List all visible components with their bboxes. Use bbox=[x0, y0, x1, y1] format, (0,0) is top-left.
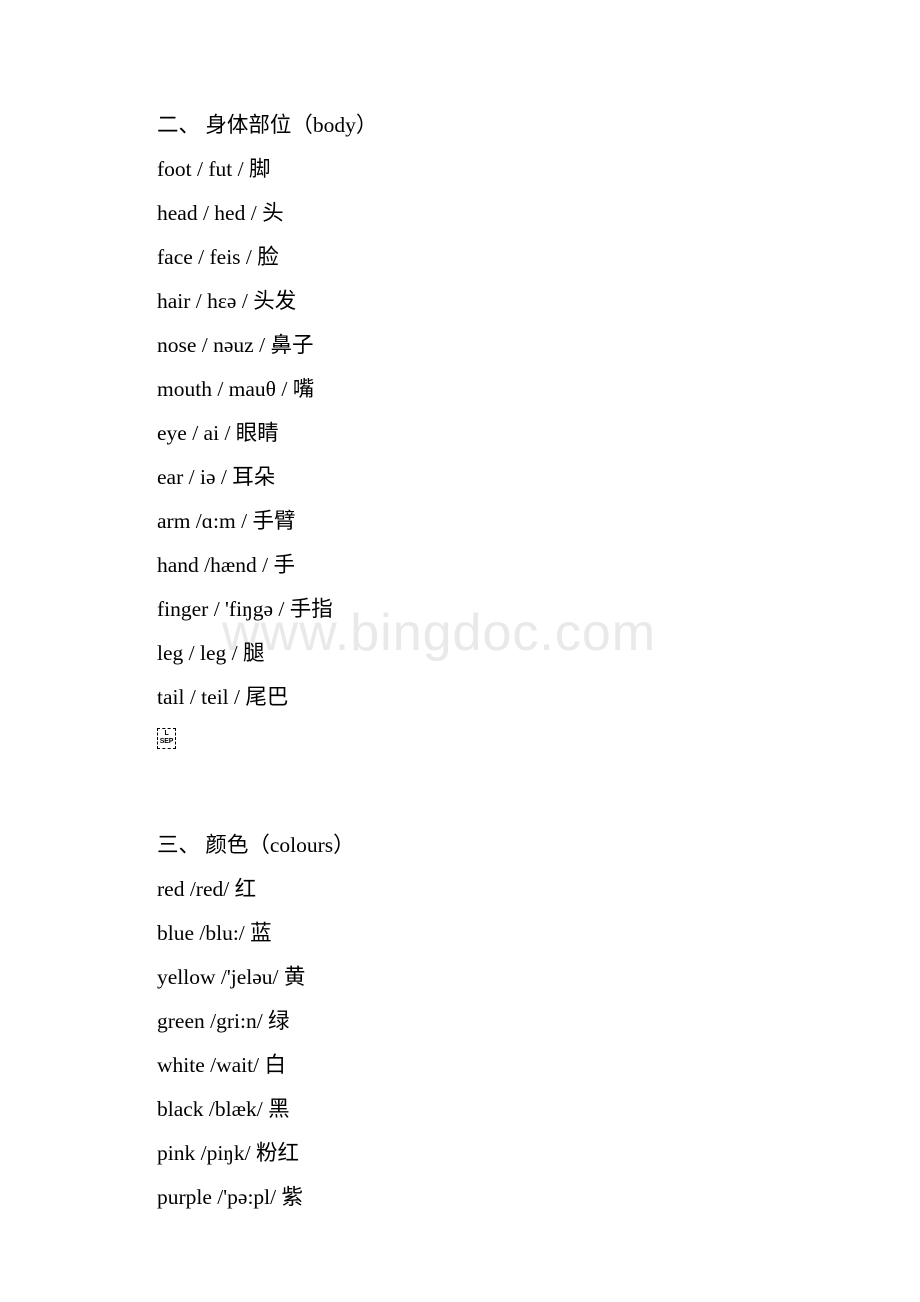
vocab-entry: foot / fut / 脚 bbox=[157, 157, 271, 181]
vocab-entry: green /gri:n/ 绿 bbox=[157, 1009, 290, 1033]
vocab-entry: purple /'pə:pl/ 紫 bbox=[157, 1185, 303, 1209]
vocab-entry: white /wait/ 白 bbox=[157, 1053, 286, 1077]
vocab-entry: face / feis / 脸 bbox=[157, 245, 279, 269]
vocab-entry: ear / iə / 耳朵 bbox=[157, 465, 276, 489]
vocab-entry: blue /blu:/ 蓝 bbox=[157, 921, 272, 945]
line-separator-top: L bbox=[164, 729, 169, 737]
vocab-entry: hand /hænd / 手 bbox=[157, 553, 295, 577]
vocab-entry: pink /piŋk/ 粉红 bbox=[157, 1141, 300, 1165]
vocab-entry: arm /ɑ:m / 手臂 bbox=[157, 509, 296, 533]
vocab-entry: head / hed / 头 bbox=[157, 201, 284, 225]
section-heading-body: 二、 身体部位（body） bbox=[157, 113, 378, 137]
vocab-entry: yellow /'jeləu/ 黄 bbox=[157, 965, 306, 989]
vocab-entry: tail / teil / 尾巴 bbox=[157, 685, 289, 709]
vocab-entry: red /red/ 红 bbox=[157, 877, 257, 901]
line-separator-bottom: SEP bbox=[159, 737, 174, 745]
vocab-entry: hair / hɛə / 头发 bbox=[157, 289, 297, 313]
vocab-entry: mouth / mauθ / 嘴 bbox=[157, 377, 315, 401]
vocab-entry: black /blæk/ 黑 bbox=[157, 1097, 290, 1121]
vocab-entry: finger / 'fiŋgə / 手指 bbox=[157, 597, 333, 621]
section-heading-colours: 三、 颜色（colours） bbox=[157, 833, 355, 857]
vocab-entry: leg / leg / 腿 bbox=[157, 641, 265, 665]
line-separator-row: L SEP bbox=[157, 719, 857, 763]
vocab-entry: nose / nəuz / 鼻子 bbox=[157, 333, 314, 357]
document-body: 二、 身体部位（body） foot / fut / 脚 head / hed … bbox=[157, 103, 857, 1219]
line-separator-icon: L SEP bbox=[157, 727, 176, 749]
document-page: 二、 身体部位（body） foot / fut / 脚 head / hed … bbox=[0, 0, 920, 1302]
vocab-entry: eye / ai / 眼睛 bbox=[157, 421, 279, 445]
